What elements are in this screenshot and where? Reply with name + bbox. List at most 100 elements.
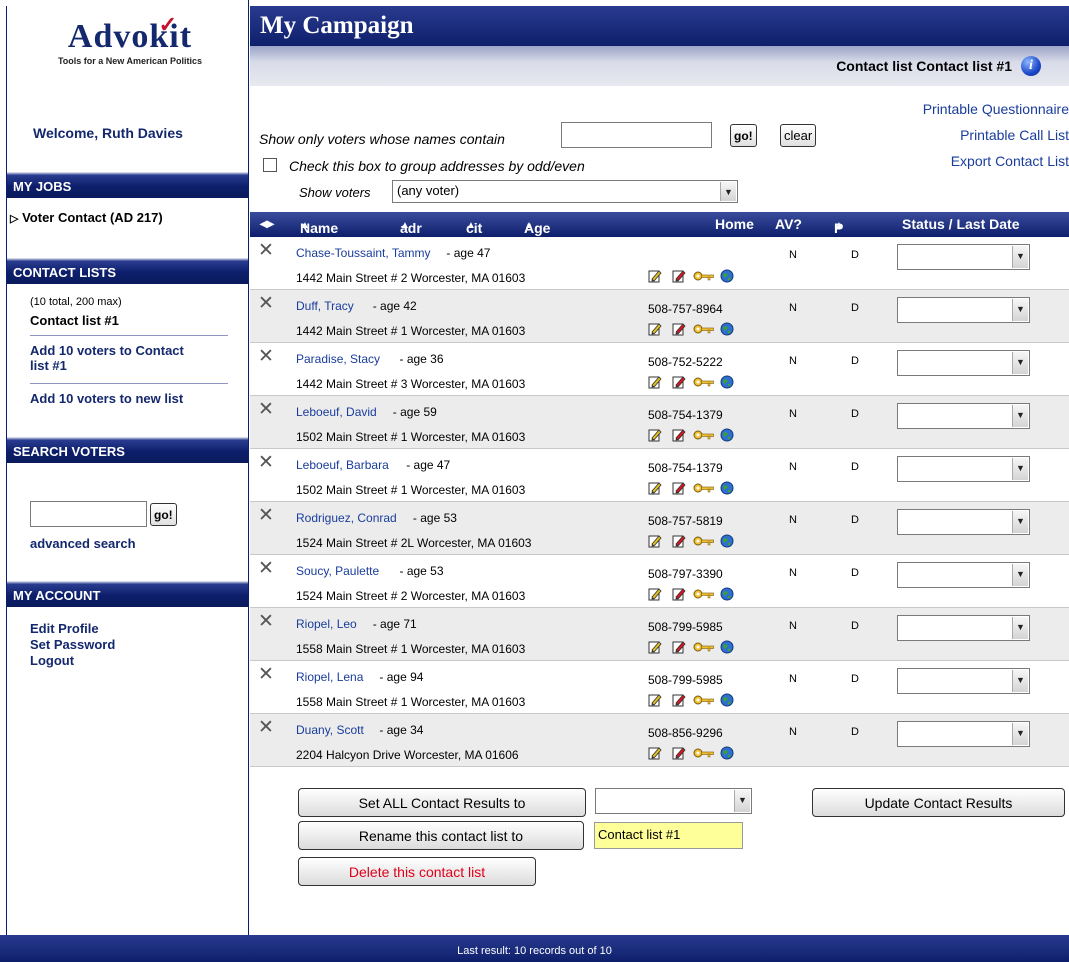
voter-name-link[interactable]: Soucy, Paulette <box>296 564 379 578</box>
edit-contact-icon[interactable] <box>672 746 686 760</box>
job-voter-contact[interactable]: ▷ Voter Contact (AD 217) <box>10 210 163 225</box>
remove-voter-icon[interactable]: ✕ <box>258 504 274 527</box>
edit-note-icon[interactable] <box>648 640 662 654</box>
contact-status-select[interactable]: ▼ <box>897 456 1030 482</box>
printable-call-list-link[interactable]: Printable Call List <box>923 127 1069 153</box>
contact-status-select[interactable]: ▼ <box>897 350 1030 376</box>
remove-voter-icon[interactable]: ✕ <box>258 663 274 686</box>
remove-voter-icon[interactable]: ✕ <box>258 557 274 580</box>
current-list-name: Contact list #1 <box>30 313 119 328</box>
set-all-results-select[interactable]: ▼ <box>595 788 752 814</box>
globe-icon[interactable] <box>720 375 734 389</box>
voter-name-link[interactable]: Leboeuf, Barbara <box>296 458 389 472</box>
name-filter-input[interactable] <box>561 122 712 148</box>
edit-contact-icon[interactable] <box>672 375 686 389</box>
add-to-new-list-link[interactable]: Add 10 voters to new list <box>30 391 183 406</box>
edit-note-icon[interactable] <box>648 587 662 601</box>
edit-contact-icon[interactable] <box>672 428 686 442</box>
voter-name-link[interactable]: Duff, Tracy <box>296 299 354 313</box>
key-icon[interactable] <box>693 375 715 389</box>
globe-icon[interactable] <box>720 481 734 495</box>
edit-note-icon[interactable] <box>648 428 662 442</box>
voter-phone: 508-752-5222 <box>648 355 723 369</box>
remove-voter-icon[interactable]: ✕ <box>258 239 274 262</box>
edit-note-icon[interactable] <box>648 375 662 389</box>
edit-contact-icon[interactable] <box>672 534 686 548</box>
set-password-link[interactable]: Set Password <box>30 637 115 652</box>
remove-voter-icon[interactable]: ✕ <box>258 451 274 474</box>
edit-note-icon[interactable] <box>648 693 662 707</box>
contact-status-select[interactable]: ▼ <box>897 668 1030 694</box>
edit-note-icon[interactable] <box>648 746 662 760</box>
key-icon[interactable] <box>693 428 715 442</box>
remove-voter-icon[interactable]: ✕ <box>258 398 274 421</box>
key-icon[interactable] <box>693 322 715 336</box>
rename-list-input[interactable]: Contact list #1 <box>594 822 743 849</box>
rename-list-button[interactable]: Rename this contact list to <box>298 821 584 850</box>
show-voters-select[interactable]: (any voter) ▼ <box>392 180 738 203</box>
remove-voter-icon[interactable]: ✕ <box>258 716 274 739</box>
contact-status-select[interactable]: ▼ <box>897 562 1030 588</box>
globe-icon[interactable] <box>720 587 734 601</box>
edit-note-icon[interactable] <box>648 534 662 548</box>
globe-icon[interactable] <box>720 269 734 283</box>
remove-voter-icon[interactable]: ✕ <box>258 345 274 368</box>
globe-icon[interactable] <box>720 534 734 548</box>
globe-icon[interactable] <box>720 322 734 336</box>
globe-icon[interactable] <box>720 640 734 654</box>
edit-note-icon[interactable] <box>648 322 662 336</box>
sort-up-icon: ▲ <box>524 220 534 231</box>
voter-name-link[interactable]: Leboeuf, David <box>296 405 377 419</box>
edit-contact-icon[interactable] <box>672 269 686 283</box>
edit-profile-link[interactable]: Edit Profile <box>30 621 99 636</box>
key-icon[interactable] <box>693 269 715 283</box>
name-filter-go-button[interactable]: go! <box>730 124 757 147</box>
key-icon[interactable] <box>693 534 715 548</box>
globe-icon[interactable] <box>720 428 734 442</box>
printable-questionnaire-link[interactable]: Printable Questionnaire <box>923 101 1069 127</box>
add-to-current-list-link[interactable]: Add 10 voters to Contact list #1 <box>30 343 200 373</box>
remove-voter-icon[interactable]: ✕ <box>258 610 274 633</box>
globe-icon[interactable] <box>720 693 734 707</box>
edit-contact-icon[interactable] <box>672 322 686 336</box>
edit-note-icon[interactable] <box>648 269 662 283</box>
edit-contact-icon[interactable] <box>672 481 686 495</box>
update-contact-results-button[interactable]: Update Contact Results <box>812 788 1065 817</box>
expand-arrows-icon[interactable]: ◂▸ <box>260 215 274 232</box>
contact-status-select[interactable]: ▼ <box>897 244 1030 270</box>
key-icon[interactable] <box>693 746 715 760</box>
set-all-results-button[interactable]: Set ALL Contact Results to <box>298 788 586 817</box>
name-filter-clear-button[interactable]: clear <box>780 124 817 147</box>
voter-name-link[interactable]: Rodriguez, Conrad <box>296 511 397 525</box>
edit-contact-icon[interactable] <box>672 693 686 707</box>
key-icon[interactable] <box>693 640 715 654</box>
advanced-search-link[interactable]: advanced search <box>30 536 136 551</box>
edit-note-icon[interactable] <box>648 481 662 495</box>
contact-status-select[interactable]: ▼ <box>897 403 1030 429</box>
voter-search-go-button[interactable]: go! <box>150 503 177 526</box>
edit-contact-icon[interactable] <box>672 587 686 601</box>
voter-name-link[interactable]: Riopel, Leo <box>296 617 357 631</box>
voter-name-link[interactable]: Riopel, Lena <box>296 670 363 684</box>
voter-name-link[interactable]: Chase-Toussaint, Tammy <box>296 246 431 260</box>
contact-status-select[interactable]: ▼ <box>897 509 1030 535</box>
export-contact-list-link[interactable]: Export Contact List <box>923 153 1069 179</box>
key-icon[interactable] <box>693 587 715 601</box>
key-icon[interactable] <box>693 481 715 495</box>
globe-icon[interactable] <box>720 746 734 760</box>
remove-voter-icon[interactable]: ✕ <box>258 292 274 315</box>
sidebar: Advokit ✓ Tools for a New American Politi… <box>0 0 249 935</box>
advokit-logo[interactable]: Advokit ✓ Tools for a New American Politi… <box>30 12 230 66</box>
voter-name-link[interactable]: Paradise, Stacy <box>296 352 380 366</box>
voter-name-link[interactable]: Duany, Scott <box>296 723 364 737</box>
info-icon[interactable]: i <box>1021 56 1041 76</box>
contact-status-select[interactable]: ▼ <box>897 297 1030 323</box>
voter-search-input[interactable] <box>30 501 147 527</box>
logout-link[interactable]: Logout <box>30 653 74 668</box>
contact-status-select[interactable]: ▼ <box>897 721 1030 747</box>
delete-list-button[interactable]: Delete this contact list <box>298 857 536 886</box>
edit-contact-icon[interactable] <box>672 640 686 654</box>
key-icon[interactable] <box>693 693 715 707</box>
contact-status-select[interactable]: ▼ <box>897 615 1030 641</box>
group-odd-even-checkbox[interactable] <box>263 158 277 172</box>
